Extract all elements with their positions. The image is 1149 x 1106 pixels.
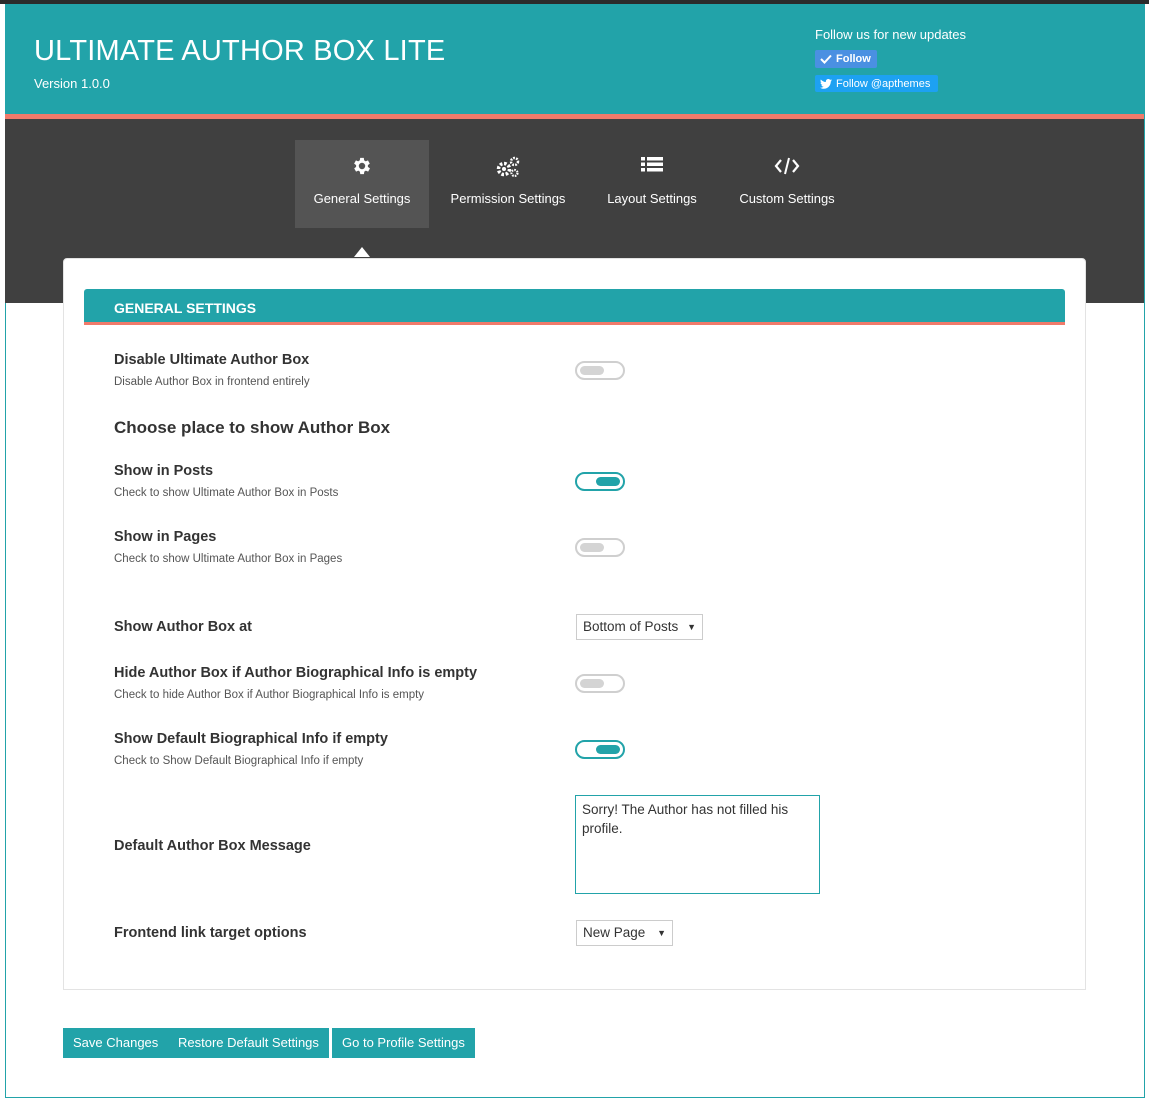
toggle-knob [580,543,604,552]
disable-author-box-desc: Disable Author Box in frontend entirely [114,376,310,388]
settings-card: GENERAL SETTINGS Disable Ultimate Author… [63,258,1086,990]
list-icon [591,155,713,179]
default-message-label: Default Author Box Message [114,838,311,854]
caret-down-icon: ▼ [687,622,696,632]
tab-custom-settings[interactable]: Custom Settings [725,140,849,228]
toggle-knob [596,745,620,754]
default-bio-toggle[interactable] [575,740,625,759]
select-value: Bottom of Posts [583,619,679,634]
follow-button[interactable]: Follow [815,50,877,68]
select-value: New Page [583,925,646,940]
caret-down-icon: ▼ [657,928,666,938]
link-target-label: Frontend link target options [114,925,307,941]
hide-if-empty-label: Hide Author Box if Author Biographical I… [114,665,478,681]
tab-label: Layout Settings [607,191,697,206]
default-bio-label: Show Default Biographical Info if empty [114,731,388,747]
show-author-box-at-select[interactable]: Bottom of Posts ▼ [576,614,703,640]
show-in-posts-toggle[interactable] [575,472,625,491]
default-message-textarea[interactable]: Sorry! The Author has not filled his pro… [575,795,820,894]
show-in-pages-desc: Check to show Ultimate Author Box in Pag… [114,553,343,565]
follow-text: Follow us for new updates [815,27,967,42]
hide-if-empty-desc: Check to hide Author Box if Author Biogr… [114,689,425,701]
toggle-knob [580,679,604,688]
toggle-knob [580,366,604,375]
restore-defaults-button[interactable]: Restore Default Settings [168,1028,329,1058]
link-target-select[interactable]: New Page ▼ [576,920,673,946]
plugin-header: ULTIMATE AUTHOR BOX LITE Version 1.0.0 F… [5,4,1144,114]
hide-if-empty-toggle[interactable] [575,674,625,693]
disable-author-box-toggle[interactable] [575,361,625,380]
code-icon [725,155,849,179]
show-in-pages-label: Show in Pages [114,529,217,545]
show-author-box-at-label: Show Author Box at [114,619,253,635]
choose-place-heading: Choose place to show Author Box [114,418,391,437]
plugin-version: Version 1.0.0 [34,76,110,91]
tab-label: Permission Settings [450,191,566,206]
gears-icon [442,155,574,179]
follow-button-label: Follow [836,53,871,65]
check-icon [820,54,832,64]
default-bio-desc: Check to Show Default Biographical Info … [114,755,364,767]
tab-label: General Settings [313,191,411,206]
toggle-knob [596,477,620,486]
twitter-follow-button[interactable]: Follow @apthemes [815,75,939,92]
tab-general-settings[interactable]: General Settings [295,140,429,228]
show-in-posts-label: Show in Posts [114,463,214,479]
save-changes-button[interactable]: Save Changes [63,1028,169,1058]
twitter-button-label: Follow @apthemes [836,77,931,90]
disable-author-box-label: Disable Ultimate Author Box [114,352,310,368]
plugin-title: ULTIMATE AUTHOR BOX LITE [34,35,446,67]
tab-layout-settings[interactable]: Layout Settings [591,140,713,228]
active-tab-pointer [354,247,370,257]
tab-label: Custom Settings [739,191,835,206]
twitter-icon [820,78,832,89]
tab-permission-settings[interactable]: Permission Settings [442,140,574,228]
section-title: GENERAL SETTINGS [84,289,1065,325]
show-in-posts-desc: Check to show Ultimate Author Box in Pos… [114,487,339,499]
profile-settings-button[interactable]: Go to Profile Settings [332,1028,475,1058]
gear-icon [295,155,429,179]
show-in-pages-toggle[interactable] [575,538,625,557]
